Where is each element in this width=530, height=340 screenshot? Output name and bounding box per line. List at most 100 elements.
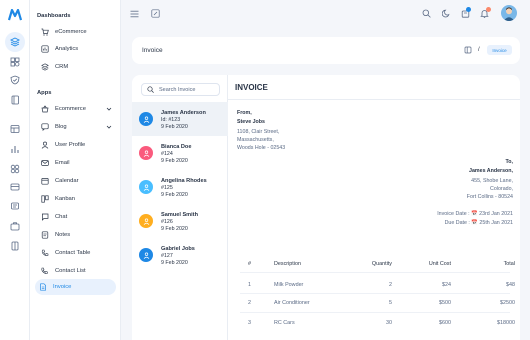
invoice-customer-name: Angelina Rhodes (161, 178, 207, 184)
to-label: To, (505, 159, 513, 165)
mail-icon (41, 159, 49, 167)
due-date-field: Due Date : 📅 25th Jan 2021 (444, 220, 513, 226)
row-total: $48 (506, 282, 515, 288)
notification-badge (486, 7, 491, 12)
sidebar-item-ecommerce[interactable]: Ecommerce (37, 101, 116, 117)
sidebar-item-label: Contact List (55, 268, 86, 274)
rail-briefcase-icon[interactable] (9, 220, 21, 232)
search-icon[interactable] (421, 8, 432, 19)
row-total: $2500 (500, 300, 515, 306)
divider (240, 312, 510, 313)
invoice-id: #126 (161, 219, 173, 225)
from-address-line: Woods Hole - 02543 (237, 145, 286, 151)
sidebar-item-user-profile[interactable]: User Profile (37, 137, 116, 153)
sidebar-item-label: Ecommerce (55, 106, 86, 112)
invoice-list-item[interactable]: James Anderson Id: #123 9 Feb 2020 (132, 102, 228, 136)
sidebar-item-ecommerce-dashboard[interactable]: eCommerce (37, 24, 116, 40)
to-name: James Anderson, (469, 168, 513, 174)
search-placeholder: Search Invoice (159, 86, 196, 93)
sidebar: Dashboards eCommerce Analytics CRM Apps … (30, 0, 121, 340)
sidebar-item-chat[interactable]: Chat (37, 209, 116, 225)
row-quantity: 2 (389, 282, 392, 288)
invoice-list-item[interactable]: Gabriel Jobs #127 9 Feb 2020 (132, 238, 228, 272)
invoice-date: 9 Feb 2020 (161, 124, 188, 130)
invoice-date: 9 Feb 2020 (161, 226, 188, 232)
user-icon (41, 141, 49, 149)
menu-toggle-icon[interactable] (129, 8, 140, 19)
avatar[interactable] (501, 5, 517, 21)
chevron-down-icon[interactable] (106, 106, 112, 112)
rail-book-icon[interactable] (9, 94, 21, 106)
from-label: From, (237, 110, 252, 116)
rail-apps-icon[interactable] (9, 56, 21, 68)
invoice-date: 9 Feb 2020 (161, 192, 188, 198)
row-quantity: 5 (389, 300, 392, 306)
rail-forms-icon[interactable] (9, 200, 21, 212)
invoice-list-item[interactable]: Samuel Smith #126 9 Feb 2020 (132, 204, 228, 238)
calendar-icon (41, 177, 49, 185)
invoice-list-item[interactable]: Bianca Doe #124 9 Feb 2020 (132, 136, 228, 170)
column-header: Quantity (371, 261, 392, 267)
invoice-customer-name: James Anderson (161, 110, 206, 116)
rail-dashboard-icon[interactable] (5, 32, 25, 52)
sidebar-item-label: User Profile (55, 142, 86, 148)
sidebar-item-label: eCommerce (55, 29, 87, 35)
invoice-list-item[interactable]: Angelina Rhodes #125 9 Feb 2020 (132, 170, 228, 204)
note-icon (41, 231, 49, 239)
row-description: RC Cars (274, 320, 295, 326)
rail-layout-icon[interactable] (9, 181, 21, 193)
sidebar-item-kanban[interactable]: Kanban (37, 191, 116, 207)
rail-page-icon[interactable] (9, 240, 21, 252)
kanban-icon (41, 195, 49, 203)
home-icon[interactable] (464, 46, 472, 54)
sidebar-item-label: Notes (55, 232, 71, 238)
message-icon (41, 213, 49, 221)
row-unit-cost: $24 (442, 282, 451, 288)
sidebar-item-analytics[interactable]: Analytics (37, 41, 116, 57)
logo (8, 9, 22, 21)
rail-table-icon[interactable] (9, 123, 21, 135)
row-unit-cost: $500 (439, 300, 451, 306)
to-address-line: Fort Collins - 80524 (466, 194, 513, 200)
sidebar-item-label: Chat (55, 214, 68, 220)
sidebar-item-label: Email (55, 160, 70, 166)
apps-grid-icon[interactable] (150, 8, 161, 19)
sidebar-item-invoice[interactable]: Invoice (35, 279, 116, 295)
column-header: Total (503, 261, 515, 267)
sidebar-item-notes[interactable]: Notes (37, 227, 116, 243)
from-address-line: 1108, Clair Street, (237, 129, 280, 135)
row-total: $18000 (497, 320, 515, 326)
rail-widgets-icon[interactable] (9, 163, 21, 175)
sidebar-item-label: Kanban (55, 196, 75, 202)
breadcrumb: Invoice / Invoice (132, 37, 520, 64)
sidebar-item-email[interactable]: Email (37, 155, 116, 171)
to-address-line: Colorado, (490, 186, 513, 192)
icon-rail (0, 0, 30, 340)
sidebar-item-contact-table[interactable]: Contact Table (37, 245, 116, 261)
sidebar-item-label: Contact Table (55, 250, 91, 256)
invoice-date-field: Invoice Date : 📅 23rd Jan 2021 (437, 211, 513, 217)
sidebar-item-blog[interactable]: Blog (37, 119, 116, 135)
sidebar-item-crm[interactable]: CRM (37, 59, 116, 75)
page-title: Invoice (142, 47, 163, 54)
row-number: 1 (248, 282, 251, 288)
rail-shield-icon[interactable] (9, 74, 21, 86)
rail-chart-icon[interactable] (9, 143, 21, 155)
row-description: Milk Powder (274, 282, 304, 288)
invoice-customer-name: Samuel Smith (161, 212, 198, 218)
search-input[interactable]: Search Invoice (141, 83, 220, 96)
sidebar-item-label: CRM (55, 64, 69, 70)
row-quantity: 30 (386, 320, 392, 326)
to-address-line: 455, Shobe Lane, (471, 178, 513, 184)
row-description: Air Conditioner (274, 300, 310, 306)
invoice-date: 9 Feb 2020 (161, 260, 188, 266)
invoice-id: #125 (161, 185, 173, 191)
moon-icon[interactable] (441, 8, 452, 19)
chevron-down-icon[interactable] (106, 124, 112, 130)
sidebar-item-calendar[interactable]: Calendar (37, 173, 116, 189)
dashboards-heading: Dashboards (37, 13, 71, 19)
sidebar-item-contact-list[interactable]: Contact List (37, 263, 116, 279)
invoice-date: 9 Feb 2020 (161, 158, 188, 164)
basket-icon (41, 105, 49, 113)
invoice-customer-name: Gabriel Jobs (161, 246, 195, 252)
